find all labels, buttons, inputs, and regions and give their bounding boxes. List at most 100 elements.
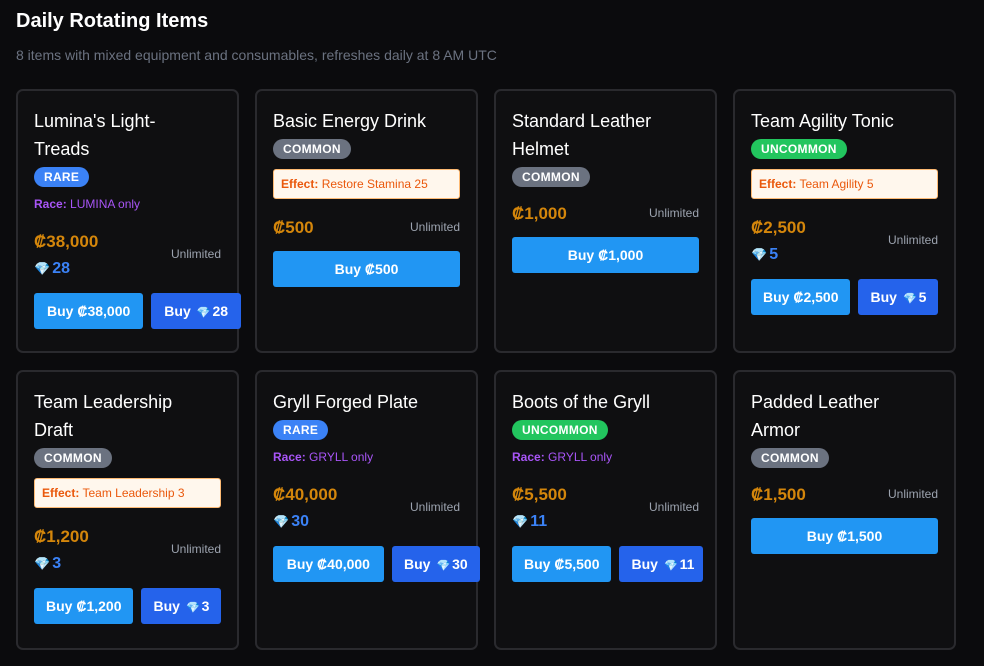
buy-gems-button[interactable]: Buy 💎 30 xyxy=(391,546,480,582)
effect-box: Effect: Restore Stamina 25 xyxy=(273,169,460,199)
effect-label: Effect: xyxy=(42,486,80,500)
item-card: Team Agility Tonic UNCOMMON Effect: Team… xyxy=(733,89,956,353)
stock-label: Unlimited xyxy=(409,500,460,514)
prices: ₡500 xyxy=(273,217,314,239)
credit-price: ₡1,000 xyxy=(512,204,567,223)
buy-gem-amount: 30 xyxy=(452,556,468,572)
gem-icon: 💎 xyxy=(512,514,529,529)
page-title: Daily Rotating Items xyxy=(16,10,209,32)
prices: ₡38,000 💎 28 xyxy=(34,231,98,281)
item-card: Team Leadership Draft COMMON Effect: Tea… xyxy=(16,370,239,650)
race-value: LUMINA only xyxy=(70,197,141,211)
rarity-badge: COMMON xyxy=(34,448,112,468)
buy-buttons: Buy ₡1,000 xyxy=(512,237,699,273)
prices: ₡40,000 💎 30 xyxy=(273,484,337,534)
stock-label: Unlimited xyxy=(648,206,699,220)
rarity-badge: RARE xyxy=(34,167,90,187)
buy-credits-button[interactable]: Buy ₡2,500 xyxy=(751,279,851,315)
effect-value: Team Agility 5 xyxy=(799,177,874,191)
item-card: Lumina's Light-Treads RARE Race: LUMINA … xyxy=(16,89,241,353)
price-row: ₡1,500 Unlimited xyxy=(751,484,938,506)
buy-gem-amount: 5 xyxy=(918,289,927,305)
item-name: Standard Leather Helmet xyxy=(512,111,652,159)
credit-price: ₡500 xyxy=(273,218,314,237)
buy-credits-button[interactable]: Buy ₡1,200 xyxy=(34,588,134,624)
buy-gems-button[interactable]: Buy 💎 3 xyxy=(141,588,222,624)
gem-price: 💎 28 xyxy=(34,257,98,281)
item-card: Boots of the Gryll UNCOMMON Race: GRYLL … xyxy=(494,370,717,650)
buy-gem-amount: 3 xyxy=(201,598,210,614)
gem-price: 💎 5 xyxy=(751,243,806,267)
buy-label: Buy xyxy=(153,598,180,614)
gem-icon: 💎 xyxy=(196,307,211,319)
item-grid: Lumina's Light-Treads RARE Race: LUMINA … xyxy=(16,89,956,650)
rarity-badge: COMMON xyxy=(512,167,590,187)
rarity-badge: COMMON xyxy=(273,139,351,159)
gem-icon: 💎 xyxy=(902,293,917,305)
buy-buttons: Buy ₡1,500 xyxy=(751,518,938,554)
prices: ₡2,500 💎 5 xyxy=(751,217,806,267)
prices: ₡1,500 xyxy=(751,484,806,506)
rarity-badge: UNCOMMON xyxy=(512,420,608,440)
prices: ₡1,200 💎 3 xyxy=(34,526,89,576)
item-name: Lumina's Light-Treads xyxy=(34,111,156,159)
effect-value: Restore Stamina 25 xyxy=(321,177,428,191)
buy-credits-button[interactable]: Buy ₡500 xyxy=(273,251,460,287)
prices: ₡1,000 xyxy=(512,203,567,225)
buy-gems-button[interactable]: Buy 💎 28 xyxy=(151,293,241,329)
rarity-badge: RARE xyxy=(273,420,329,440)
buy-buttons: Buy ₡38,000 Buy 💎 28 xyxy=(34,293,241,329)
credit-price: ₡38,000 xyxy=(34,232,99,251)
buy-gems-button[interactable]: Buy 💎 5 xyxy=(858,279,939,315)
buy-gem-amount: 11 xyxy=(679,556,695,572)
buy-gems-button[interactable]: Buy 💎 11 xyxy=(619,546,704,582)
credit-price: ₡40,000 xyxy=(273,485,338,504)
credit-price: ₡1,200 xyxy=(34,527,89,546)
buy-buttons: Buy ₡5,500 Buy 💎 11 xyxy=(512,546,704,582)
item-name: Gryll Forged Plate xyxy=(273,392,419,412)
effect-value: Team Leadership 3 xyxy=(82,486,185,500)
credit-price: ₡2,500 xyxy=(751,218,806,237)
buy-credits-button[interactable]: Buy ₡5,500 xyxy=(512,546,612,582)
gem-amount: 5 xyxy=(769,246,779,263)
credit-price: ₡1,500 xyxy=(751,485,806,504)
item-name: Team Leadership Draft xyxy=(34,392,173,440)
credit-price: ₡5,500 xyxy=(512,485,567,504)
rarity-badge: COMMON xyxy=(751,448,829,468)
gem-icon: 💎 xyxy=(185,602,200,614)
price-row: ₡2,500 💎 5 Unlimited xyxy=(751,217,938,267)
race-label: Race: xyxy=(512,450,545,464)
race-value: GRYLL only xyxy=(548,450,613,464)
buy-label: Buy xyxy=(164,303,191,319)
gem-price: 💎 11 xyxy=(512,510,567,534)
gem-amount: 28 xyxy=(52,260,70,277)
buy-label: Buy xyxy=(403,556,431,572)
item-card: Gryll Forged Plate RARE Race: GRYLL only… xyxy=(255,370,480,650)
stock-label: Unlimited xyxy=(648,500,699,514)
rarity-badge: UNCOMMON xyxy=(751,139,847,159)
race-restriction: Race: GRYLL only xyxy=(512,450,699,464)
price-row: ₡40,000 💎 30 Unlimited xyxy=(273,484,460,534)
gem-icon: 💎 xyxy=(34,261,51,276)
buy-buttons: Buy ₡40,000 Buy 💎 30 xyxy=(273,546,480,582)
price-row: ₡38,000 💎 28 Unlimited xyxy=(34,231,221,281)
gem-amount: 30 xyxy=(291,513,309,530)
buy-label: Buy xyxy=(631,556,658,572)
price-row: ₡1,200 💎 3 Unlimited xyxy=(34,526,221,576)
item-card: Padded Leather Armor COMMON ₡1,500 Unlim… xyxy=(733,370,956,650)
page-subtitle: 8 items with mixed equipment and consuma… xyxy=(16,47,497,63)
buy-credits-button[interactable]: Buy ₡38,000 xyxy=(34,293,144,329)
price-row: ₡500 Unlimited xyxy=(273,217,460,239)
item-card: Basic Energy Drink COMMON Effect: Restor… xyxy=(255,89,478,353)
gem-icon: 💎 xyxy=(436,560,451,572)
buy-credits-button[interactable]: Buy ₡1,500 xyxy=(751,518,938,554)
buy-credits-button[interactable]: Buy ₡1,000 xyxy=(512,237,699,273)
gem-icon: 💎 xyxy=(34,556,51,571)
gem-amount: 11 xyxy=(530,513,548,530)
buy-credits-button[interactable]: Buy ₡40,000 xyxy=(273,546,384,582)
race-value: GRYLL only xyxy=(309,450,374,464)
stock-label: Unlimited xyxy=(887,487,938,501)
prices: ₡5,500 💎 11 xyxy=(512,484,567,534)
price-row: ₡5,500 💎 11 Unlimited xyxy=(512,484,699,534)
item-name: Padded Leather Armor xyxy=(751,392,880,440)
